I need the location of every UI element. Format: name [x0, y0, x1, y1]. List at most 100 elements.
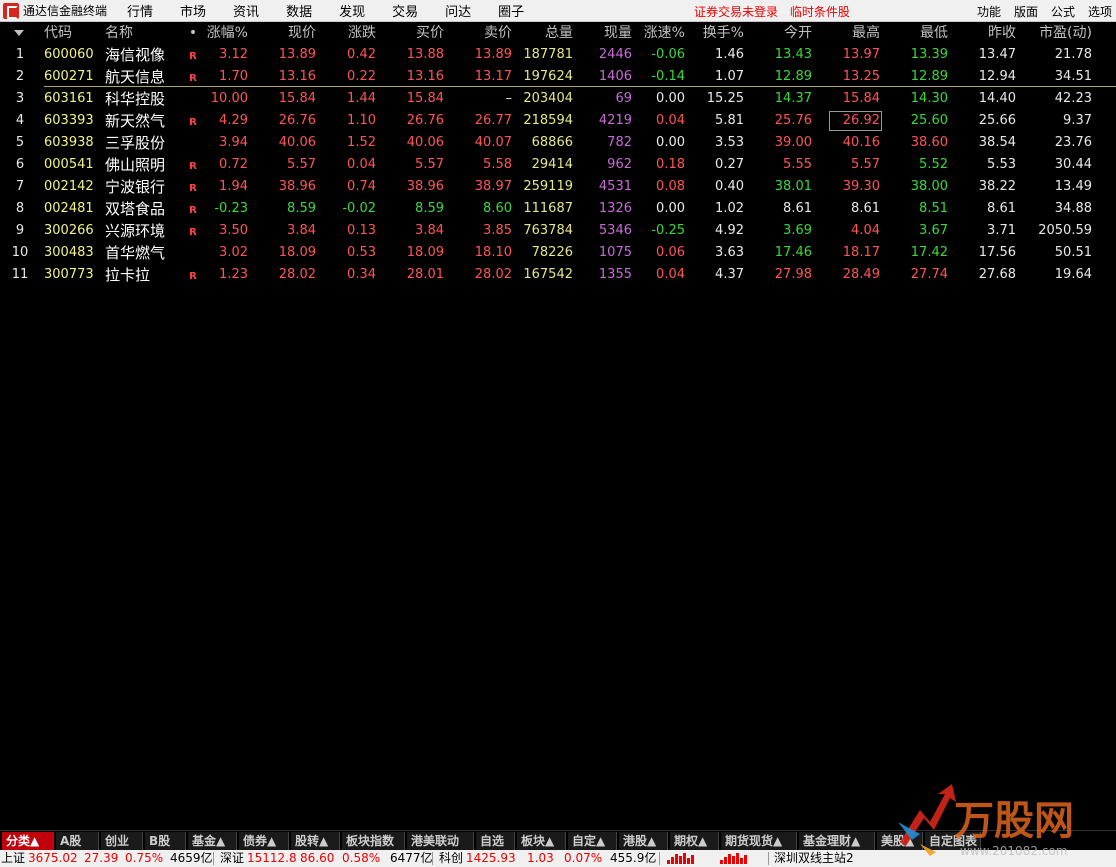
tab-sector-index[interactable]: 板块指数: [342, 832, 405, 850]
sh-index[interactable]: 3675.02: [28, 850, 78, 867]
change-speed: 0.04: [656, 113, 685, 128]
login-notice-link[interactable]: 证券交易未登录: [694, 5, 778, 19]
hdr-prev-close[interactable]: 昨收: [960, 22, 1016, 44]
bid-price: 8.59: [415, 201, 444, 216]
prev-close: 25.66: [978, 113, 1016, 128]
bid-price: 40.06: [406, 135, 444, 150]
menu-options[interactable]: 选项: [1088, 3, 1112, 20]
condition-stock-link[interactable]: 临时条件股: [790, 5, 850, 19]
menu-news[interactable]: 资讯: [233, 1, 259, 20]
table-row[interactable]: 3 603161 科华控股 10.00 15.84 1.44 15.84 –203404 69 0…: [0, 88, 1116, 110]
tab-a-shares[interactable]: A股: [56, 832, 99, 850]
sh-label: 上证: [1, 851, 26, 865]
bid-price: 18.09: [406, 245, 444, 260]
tab-fund-wealth[interactable]: 基金理财▲: [799, 832, 875, 850]
tab-hk-us-link[interactable]: 港美联动: [407, 832, 474, 850]
table-row[interactable]: 8 002481 双塔食品 R -0.23 8.59 -0.02 8.59 8.60 111687…: [0, 198, 1116, 220]
menu-ask[interactable]: 问达: [445, 1, 471, 20]
low-price: 5.52: [919, 157, 948, 172]
table-row[interactable]: 6 000541 佛山照明 R 0.72 5.57 0.04 5.57 5.58 29414 962…: [0, 154, 1116, 176]
total-volume: 218594: [523, 113, 573, 128]
hdr-code[interactable]: 代码: [44, 22, 96, 44]
table-row[interactable]: 10 300483 首华燃气 3.02 18.09 0.53 18.09 18.10 78226…: [0, 242, 1116, 264]
tab-watchlist[interactable]: 自选: [476, 832, 515, 850]
tab-bonds[interactable]: 债券▲: [239, 832, 289, 850]
tab-futures-spot[interactable]: 期货现货▲: [721, 832, 797, 850]
table-row[interactable]: 1 600060 海信视像 R 3.12 13.89 0.42 13.88 13.89 18778…: [0, 44, 1116, 66]
hdr-turnover[interactable]: 换手%: [696, 22, 744, 44]
row-index: 9: [15, 223, 25, 238]
stock-code: 002142: [44, 179, 94, 194]
menu-trade[interactable]: 交易: [392, 1, 418, 20]
hdr-change-pct[interactable]: 涨幅%: [200, 22, 248, 44]
hdr-current-volume[interactable]: 现量: [580, 22, 632, 44]
table-row[interactable]: 7 002142 宁波银行 R 1.94 38.96 0.74 38.96 38.97 25911…: [0, 176, 1116, 198]
sort-dropdown-icon[interactable]: [14, 30, 24, 36]
turnover-pct: 1.46: [715, 47, 744, 62]
margin-flag: R: [189, 183, 197, 194]
hdr-volume[interactable]: 总量: [514, 22, 573, 44]
menu-circle[interactable]: 圈子: [498, 1, 524, 20]
change-speed: 0.00: [656, 91, 685, 106]
hdr-change[interactable]: 涨跌: [324, 22, 376, 44]
change: 0.74: [347, 179, 376, 194]
sz-index[interactable]: 15112.8: [247, 850, 297, 867]
hdr-pe[interactable]: 市盈(动): [1030, 22, 1092, 44]
hdr-bid[interactable]: 买价: [390, 22, 444, 44]
menu-quotes[interactable]: 行情: [127, 1, 153, 20]
high-price: 15.84: [842, 91, 880, 106]
price: 15.84: [278, 91, 316, 106]
tab-custom[interactable]: 自定▲: [568, 832, 617, 850]
hdr-name[interactable]: 名称: [105, 22, 175, 44]
stock-code: 603393: [44, 113, 94, 128]
table-row[interactable]: 2 600271 航天信息 R 1.70 13.16 0.22 13.16 13.17 19762…: [0, 66, 1116, 88]
tab-hk-stocks[interactable]: 港股▲: [619, 832, 668, 850]
change-pct: 1.94: [219, 179, 248, 194]
total-volume: 29414: [531, 157, 573, 172]
hdr-open[interactable]: 今开: [756, 22, 812, 44]
tab-funds[interactable]: 基金▲: [188, 832, 237, 850]
low-price: 13.39: [910, 47, 948, 62]
tab-b-shares[interactable]: B股: [145, 832, 186, 850]
menu-layout[interactable]: 版面: [1014, 3, 1038, 20]
change-speed: 0.00: [656, 135, 685, 150]
kc-index[interactable]: 1425.93: [466, 850, 516, 867]
hdr-speed[interactable]: 涨速%: [638, 22, 685, 44]
tab-category[interactable]: 分类▲: [2, 832, 54, 850]
menu-data[interactable]: 数据: [286, 1, 312, 20]
hdr-low[interactable]: 最低: [892, 22, 948, 44]
menu-formula[interactable]: 公式: [1051, 3, 1075, 20]
change: 0.53: [347, 245, 376, 260]
watermark-brand: 万股网: [954, 798, 1074, 844]
hdr-price[interactable]: 现价: [262, 22, 316, 44]
prev-close: 12.94: [978, 69, 1016, 84]
hdr-ask[interactable]: 卖价: [456, 22, 512, 44]
table-row[interactable]: 5 603938 三孚股份 3.94 40.06 1.52 40.06 40.07 68866 7…: [0, 132, 1116, 154]
hdr-dot[interactable]: •: [186, 22, 200, 44]
menu-functions[interactable]: 功能: [977, 3, 1001, 20]
sh-change-pct: 0.75%: [125, 851, 164, 865]
high-price: 8.61: [851, 201, 880, 216]
change-speed: 0.04: [656, 267, 685, 282]
menu-bar: 通达信金融终端 行情 市场 资讯 数据 发现 交易 问达 圈子 证券交易未登录 …: [0, 0, 1116, 22]
table-row[interactable]: 9 300266 兴源环境 R 3.50 3.84 0.13 3.84 3.85 763784 53…: [0, 220, 1116, 242]
table-row[interactable]: 11 300773 拉卡拉 R 1.23 28.02 0.34 28.01 28.02 16754…: [0, 264, 1116, 286]
stock-name: 海信视像: [105, 46, 166, 64]
prev-close: 38.22: [978, 179, 1016, 194]
server-name[interactable]: 深圳双线主站2: [774, 850, 854, 867]
tab-sectors[interactable]: 板块▲: [517, 832, 566, 850]
kc-change-pct: 0.07%: [564, 851, 603, 865]
turnover-pct: 3.63: [715, 245, 744, 260]
change-pct: 10.00: [210, 91, 248, 106]
tab-chinext[interactable]: 创业: [101, 832, 143, 850]
open-price: 13.43: [774, 47, 812, 62]
menu-market[interactable]: 市场: [180, 1, 206, 20]
price: 13.89: [278, 47, 316, 62]
tab-options[interactable]: 期权▲: [670, 832, 719, 850]
menu-discover[interactable]: 发现: [339, 1, 365, 20]
table-row[interactable]: 4 603393 新天然气 R 4.29 26.76 1.10 26.76 26.77 21859…: [0, 110, 1116, 132]
tab-neeq[interactable]: 股转▲: [291, 832, 340, 850]
ask-price: 13.17: [474, 69, 512, 84]
hdr-high[interactable]: 最高: [826, 22, 880, 44]
stock-code: 600060: [44, 47, 94, 62]
